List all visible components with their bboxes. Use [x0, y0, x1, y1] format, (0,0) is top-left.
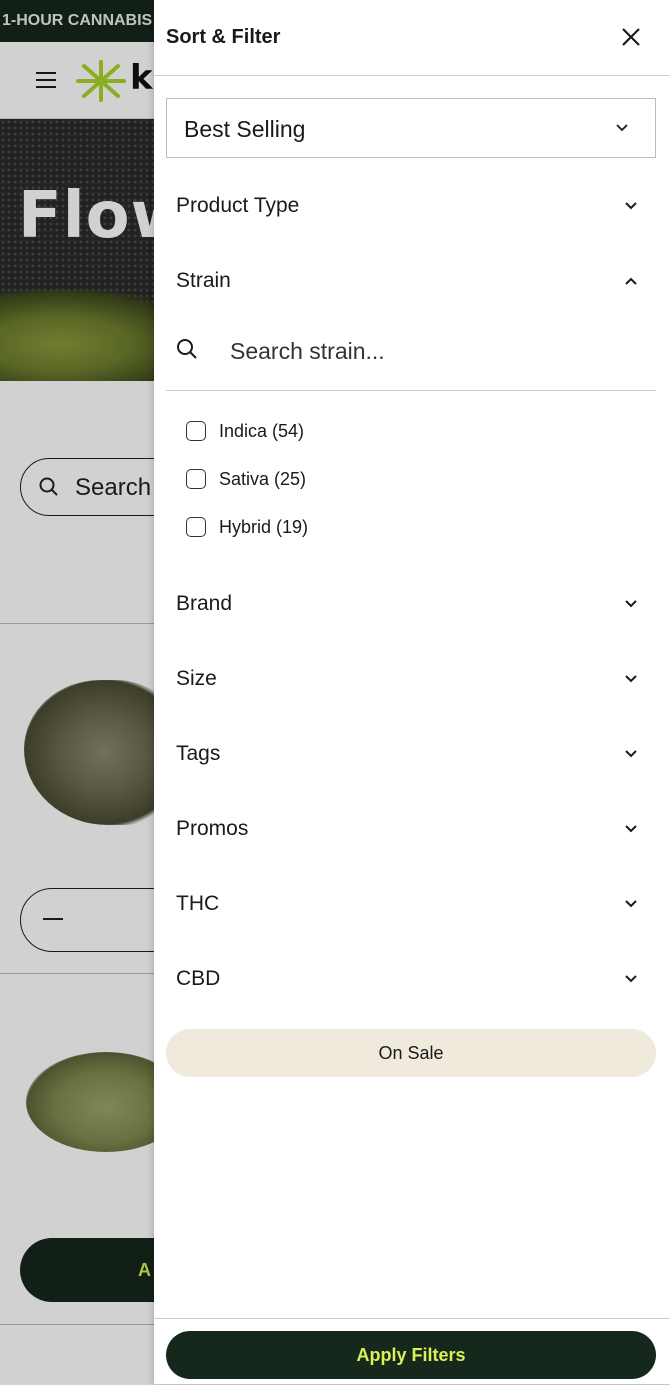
section-label: Product Type	[176, 194, 300, 217]
filter-section-product-type[interactable]: Product Type	[166, 183, 656, 233]
chevron-down-icon	[616, 124, 628, 132]
filter-section-tags[interactable]: Tags	[166, 731, 656, 781]
checkbox-label: Indica (54)	[219, 421, 305, 441]
checkbox[interactable]	[186, 421, 206, 441]
drawer-footer: Apply Filters	[154, 1318, 670, 1385]
sort-select[interactable]: Best Selling	[166, 98, 656, 158]
section-label: THC	[176, 892, 220, 915]
chevron-down-icon	[625, 600, 637, 608]
checkbox[interactable]	[186, 469, 206, 489]
section-label: Size	[176, 667, 217, 690]
chevron-up-icon	[625, 277, 637, 285]
sort-selected-value: Best Selling	[184, 116, 306, 142]
checkbox-label: Hybrid (19)	[219, 517, 309, 537]
section-label: Strain	[176, 269, 231, 292]
drawer-header: Sort & Filter	[154, 0, 670, 76]
strain-search-input[interactable]: Search strain...	[166, 318, 656, 391]
checkbox-label: Sativa (25)	[219, 469, 307, 489]
section-label: CBD	[176, 967, 221, 990]
section-label: Brand	[176, 592, 233, 615]
checkbox[interactable]	[186, 517, 206, 537]
search-icon	[177, 339, 197, 359]
on-sale-toggle[interactable]: On Sale	[166, 1029, 656, 1077]
chevron-down-icon	[625, 202, 637, 210]
apply-filters-button[interactable]: Apply Filters	[166, 1331, 656, 1379]
drawer-title: Sort & Filter	[166, 26, 281, 48]
filter-section-strain[interactable]: Strain	[166, 258, 656, 308]
section-label: Promos	[176, 817, 249, 840]
chevron-down-icon	[625, 825, 637, 833]
filter-section-cbd[interactable]: CBD	[166, 956, 656, 1006]
close-icon[interactable]	[616, 22, 646, 52]
filter-section-thc[interactable]: THC	[166, 881, 656, 931]
chevron-down-icon	[625, 975, 637, 983]
filter-section-brand[interactable]: Brand	[166, 581, 656, 631]
strain-search-placeholder: Search strain...	[230, 338, 385, 364]
filter-section-size[interactable]: Size	[166, 656, 656, 706]
section-label: Tags	[176, 742, 221, 765]
chevron-down-icon	[625, 675, 637, 683]
chevron-down-icon	[625, 750, 637, 758]
filter-section-promos[interactable]: Promos	[166, 806, 656, 856]
chevron-down-icon	[625, 900, 637, 908]
sort-filter-drawer: Sort & Filter Best Selling Product Type …	[154, 0, 670, 1384]
